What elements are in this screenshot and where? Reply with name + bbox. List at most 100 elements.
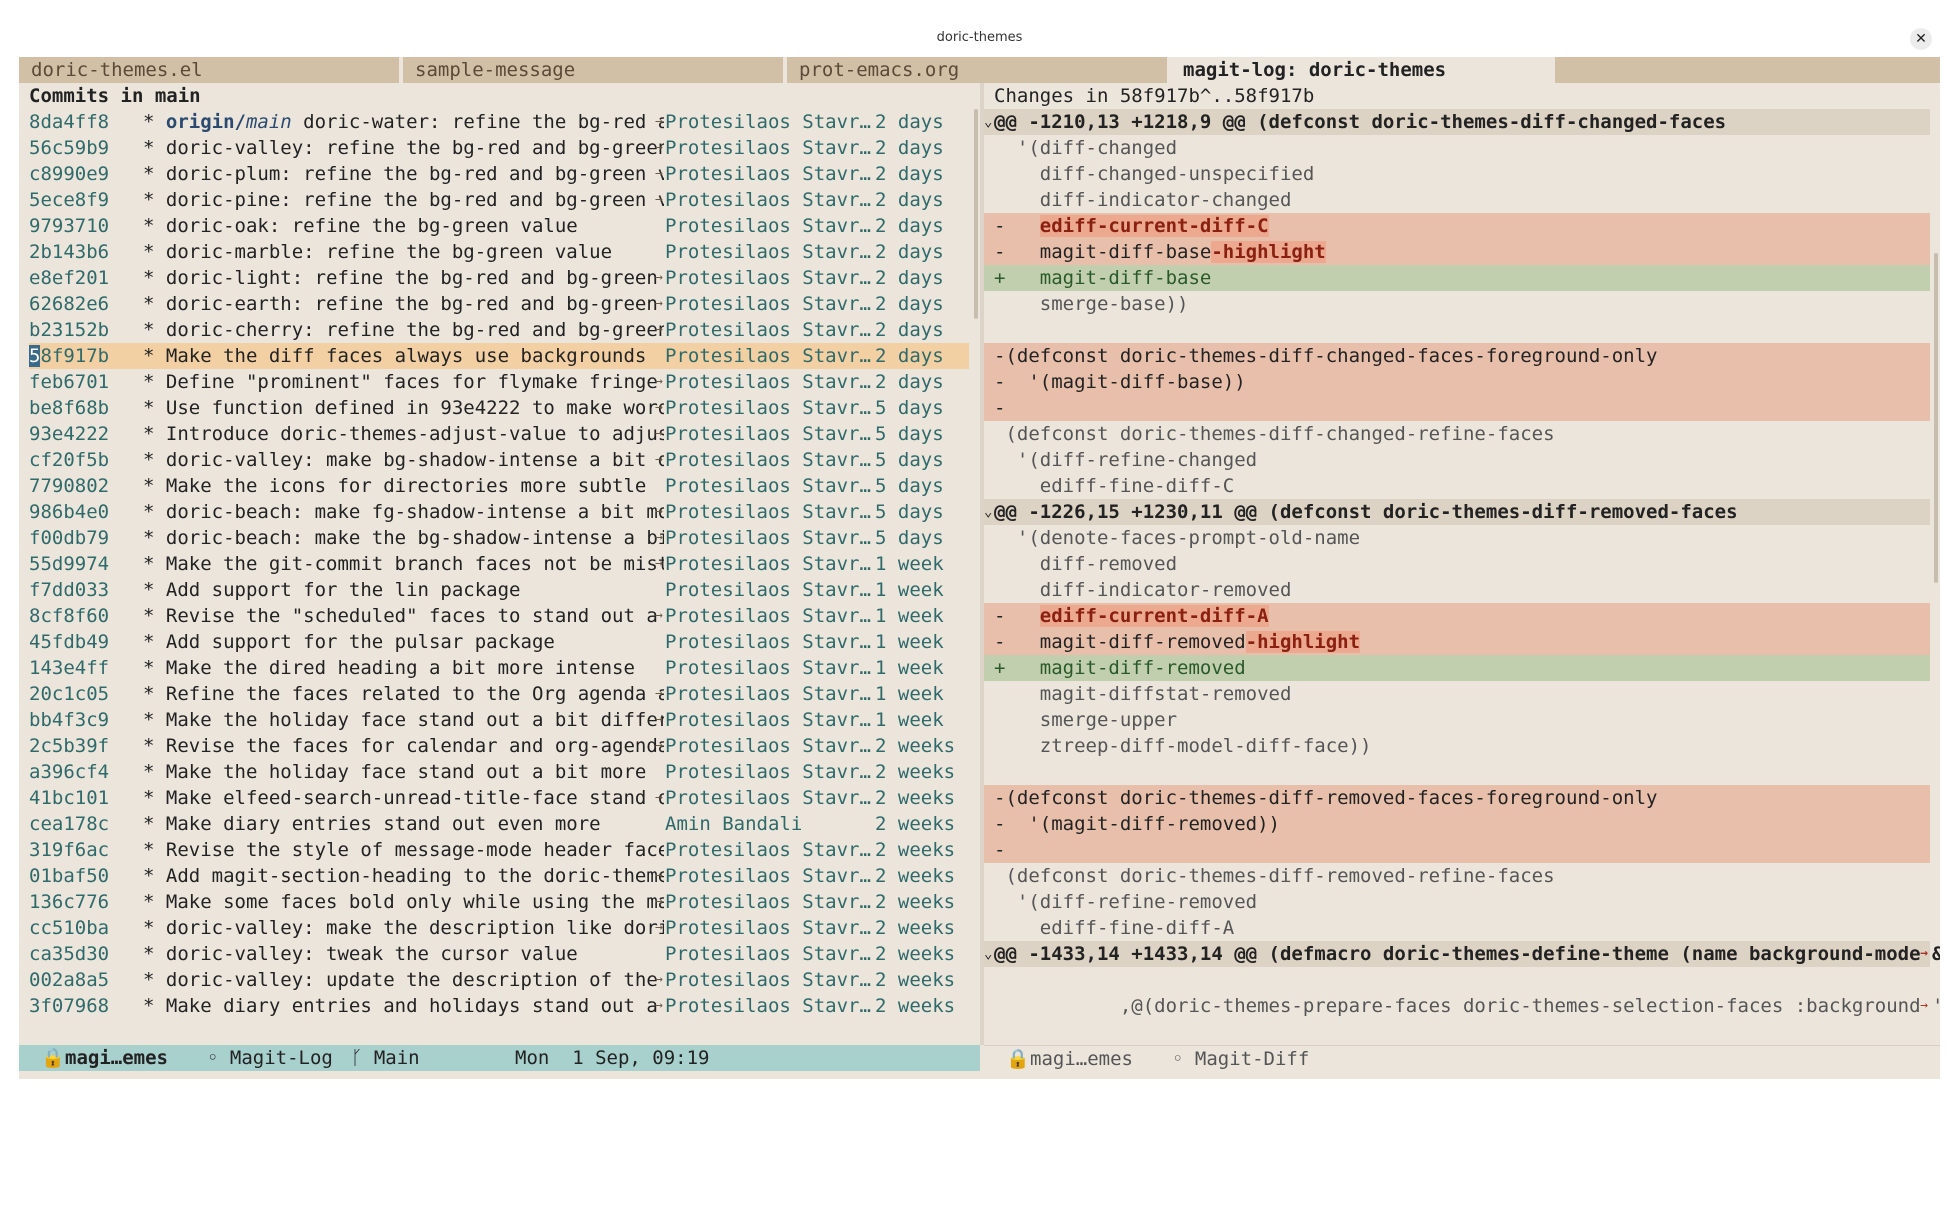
- mode-line-left[interactable]: 🔒 magi…emes ◦ Magit-Log ᚴ Main Mon 1 Sep…: [19, 1045, 980, 1071]
- diff-hunk-header[interactable]: ⌄ @@ -1210,13 +1218,9 @@ (defconst doric-…: [984, 109, 1930, 135]
- commit-row[interactable]: ca35d30 * doric-valley: tweak the cursor …: [29, 941, 969, 967]
- commit-row[interactable]: cf20f5b * doric-valley: make bg-shadow-in…: [29, 447, 969, 473]
- commit-row[interactable]: 58f917b * Make the diff faces always use …: [29, 343, 969, 369]
- buffer-name[interactable]: magi…emes: [65, 1045, 168, 1071]
- commit-hash[interactable]: cf20f5b: [29, 447, 109, 473]
- diff-line[interactable]: [984, 967, 1930, 993]
- commit-row[interactable]: 3f07968 * Make diary entries and holidays…: [29, 993, 969, 1019]
- commit-hash[interactable]: feb6701: [29, 369, 109, 395]
- commit-hash[interactable]: 62682e6: [29, 291, 109, 317]
- commit-hash[interactable]: bb4f3c9: [29, 707, 109, 733]
- diff-line[interactable]: -: [984, 837, 1930, 863]
- diff-line[interactable]: [984, 317, 1930, 343]
- commit-row[interactable]: b23152b * doric-cherry: refine the bg-red…: [29, 317, 969, 343]
- commit-row[interactable]: 002a8a5 * doric-valley: update the descri…: [29, 967, 969, 993]
- diff-line[interactable]: (defconst doric-themes-diff-changed-refi…: [984, 421, 1930, 447]
- commit-hash[interactable]: ca35d30: [29, 941, 109, 967]
- diff-line[interactable]: - magit-diff-base-highlight: [984, 239, 1930, 265]
- diff-line[interactable]: - ediff-current-diff-A: [984, 603, 1930, 629]
- commit-row[interactable]: 41bc101 * Make elfeed-search-unread-title…: [29, 785, 969, 811]
- commit-row[interactable]: 8cf8f60 * Revise the "scheduled" faces to…: [29, 603, 969, 629]
- commit-row[interactable]: f00db79 * doric-beach: make the bg-shadow…: [29, 525, 969, 551]
- commit-row[interactable]: c8990e9 * doric-plum: refine the bg-red a…: [29, 161, 969, 187]
- commit-row[interactable]: 55d9974 * Make the git-commit branch face…: [29, 551, 969, 577]
- diff-line[interactable]: smerge-upper: [984, 707, 1930, 733]
- commit-hash[interactable]: 20c1c05: [29, 681, 109, 707]
- commit-row[interactable]: 01baf50 * Add magit-section-heading to th…: [29, 863, 969, 889]
- commit-row[interactable]: f7dd033 * Add support for the lin package…: [29, 577, 969, 603]
- commit-hash[interactable]: f00db79: [29, 525, 109, 551]
- commit-row[interactable]: cc510ba * doric-valley: make the descript…: [29, 915, 969, 941]
- diff-line[interactable]: magit-diffstat-removed: [984, 681, 1930, 707]
- commit-row[interactable]: a396cf4 * Make the holiday face stand out…: [29, 759, 969, 785]
- tab-prot-emacs-org[interactable]: prot-emacs.org: [787, 57, 1167, 83]
- commit-row[interactable]: 7790802 * Make the icons for directories …: [29, 473, 969, 499]
- buffer-name[interactable]: magi…emes: [1030, 1046, 1133, 1072]
- major-mode[interactable]: ◦ Magit-Log: [207, 1045, 333, 1071]
- diff-scrollbar[interactable]: [1934, 253, 1938, 583]
- diff-line[interactable]: -(defconst doric-themes-diff-changed-fac…: [984, 343, 1930, 369]
- commit-row[interactable]: feb6701 * Define "prominent" faces for fl…: [29, 369, 969, 395]
- commit-hash[interactable]: e8ef201: [29, 265, 109, 291]
- diff-line[interactable]: diff-removed: [984, 551, 1930, 577]
- commit-hash[interactable]: 3f07968: [29, 993, 109, 1019]
- commit-hash[interactable]: 2b143b6: [29, 239, 109, 265]
- commit-hash[interactable]: 93e4222: [29, 421, 109, 447]
- diff-line[interactable]: smerge-base)): [984, 291, 1930, 317]
- commit-row[interactable]: 93e4222 * Introduce doric-themes-adjust-v…: [29, 421, 969, 447]
- commit-hash[interactable]: 58f917b: [29, 343, 109, 369]
- diff-line[interactable]: -(defconst doric-themes-diff-removed-fac…: [984, 785, 1930, 811]
- mode-line-right[interactable]: 🔒 magi…emes ◦ Magit-Diff: [984, 1045, 1940, 1071]
- commit-row[interactable]: 143e4ff * Make the dired heading a bit mo…: [29, 655, 969, 681]
- commit-hash[interactable]: cea178c: [29, 811, 109, 837]
- diff-line[interactable]: (defconst doric-themes-diff-removed-refi…: [984, 863, 1930, 889]
- diff-line[interactable]: diff-changed-unspecified: [984, 161, 1930, 187]
- commit-hash[interactable]: 7790802: [29, 473, 109, 499]
- commit-row[interactable]: 2b143b6 * doric-marble: refine the bg-gre…: [29, 239, 969, 265]
- tab-sample-message[interactable]: sample-message: [403, 57, 783, 83]
- commit-hash[interactable]: 45fdb49: [29, 629, 109, 655]
- commit-hash[interactable]: 9793710: [29, 213, 109, 239]
- diff-line[interactable]: - ediff-current-diff-C: [984, 213, 1930, 239]
- close-icon[interactable]: ✕: [1910, 28, 1932, 50]
- commit-row[interactable]: 2c5b39f * Revise the faces for calendar a…: [29, 733, 969, 759]
- magit-diff-window[interactable]: Changes in 58f917b^..58f917b ⌄ @@ -1210,1…: [984, 83, 1940, 1045]
- commit-row[interactable]: 136c776 * Make some faces bold only while…: [29, 889, 969, 915]
- commit-hash[interactable]: a396cf4: [29, 759, 109, 785]
- commit-hash[interactable]: 41bc101: [29, 785, 109, 811]
- diff-line[interactable]: '(denote-faces-prompt-old-name: [984, 525, 1930, 551]
- commit-row[interactable]: e8ef201 * doric-light: refine the bg-red …: [29, 265, 969, 291]
- commit-row[interactable]: 20c1c05 * Refine the faces related to the…: [29, 681, 969, 707]
- diff-line[interactable]: -: [984, 395, 1930, 421]
- diff-line[interactable]: diff-indicator-changed: [984, 187, 1930, 213]
- log-scrollbar[interactable]: [974, 109, 978, 319]
- commit-hash[interactable]: 01baf50: [29, 863, 109, 889]
- diff-line[interactable]: ,@(doric-themes-prepare-faces doric-them…: [984, 993, 1940, 1019]
- diff-hunk-header[interactable]: ⌄ @@ -1433,14 +1433,14 @@ (defmacro doric…: [984, 941, 1940, 967]
- commit-hash[interactable]: c8990e9: [29, 161, 109, 187]
- commit-hash[interactable]: f7dd033: [29, 577, 109, 603]
- fold-chevron-icon[interactable]: ⌄: [984, 941, 992, 967]
- magit-log-window[interactable]: Commits in main 8da4ff8 * origin/main dor…: [19, 83, 980, 1045]
- tab-magit-log[interactable]: magit-log: doric-themes: [1171, 57, 1551, 83]
- commit-hash[interactable]: 8cf8f60: [29, 603, 109, 629]
- diff-hunk-header[interactable]: ⌄ @@ -1226,15 +1230,11 @@ (defconst doric…: [984, 499, 1930, 525]
- diff-body[interactable]: ⌄ @@ -1210,13 +1218,9 @@ (defconst doric-…: [984, 109, 1940, 1019]
- commit-hash[interactable]: be8f68b: [29, 395, 109, 421]
- git-branch[interactable]: ᚴ Main: [351, 1045, 420, 1071]
- diff-line[interactable]: '(diff-refine-removed: [984, 889, 1930, 915]
- commit-row[interactable]: 5ece8f9 * doric-pine: refine the bg-red a…: [29, 187, 969, 213]
- diff-line[interactable]: [984, 759, 1930, 785]
- commit-hash[interactable]: 2c5b39f: [29, 733, 109, 759]
- diff-line[interactable]: '(diff-changed: [984, 135, 1930, 161]
- commit-hash[interactable]: 002a8a5: [29, 967, 109, 993]
- commit-row[interactable]: bb4f3c9 * Make the holiday face stand out…: [29, 707, 969, 733]
- diff-line[interactable]: diff-indicator-removed: [984, 577, 1930, 603]
- commit-hash[interactable]: 5ece8f9: [29, 187, 109, 213]
- commit-hash[interactable]: 319f6ac: [29, 837, 109, 863]
- commit-row[interactable]: be8f68b * Use function defined in 93e4222…: [29, 395, 969, 421]
- ref-branch[interactable]: main: [246, 111, 292, 133]
- commit-row[interactable]: 319f6ac * Revise the style of message-mod…: [29, 837, 969, 863]
- diff-line[interactable]: ztreep-diff-model-diff-face)): [984, 733, 1930, 759]
- commit-row[interactable]: 8da4ff8 * origin/main doric-water: refine…: [29, 109, 969, 135]
